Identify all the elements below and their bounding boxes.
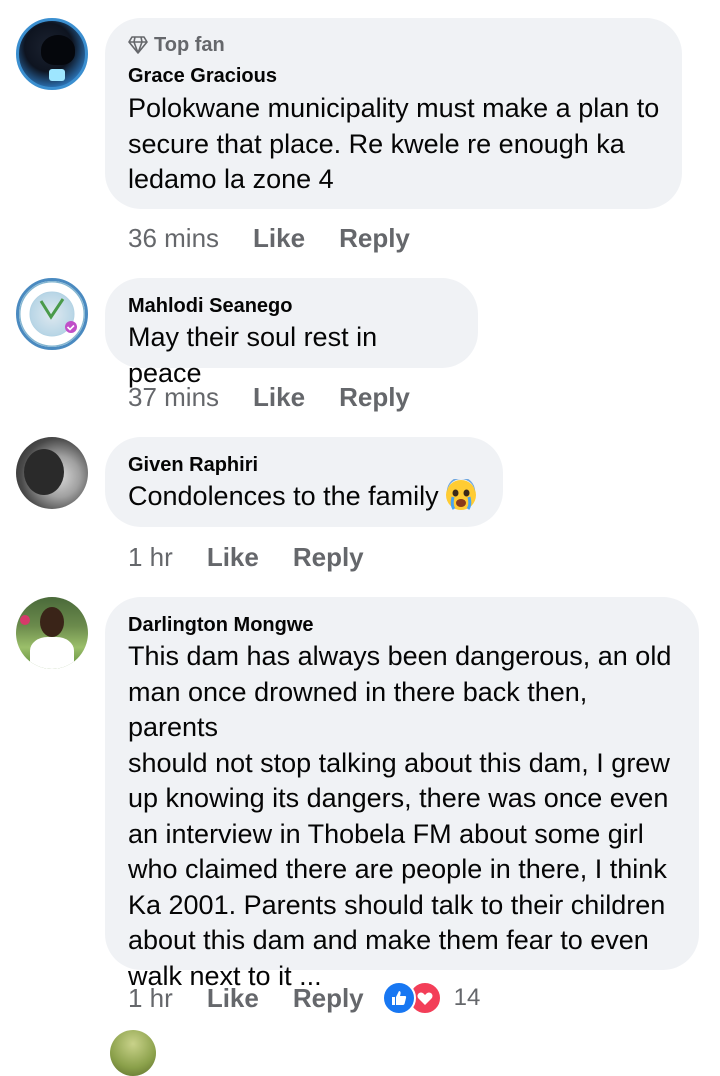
next-comment-avatar[interactable] xyxy=(110,1030,156,1076)
comment-text-line: secure that place. Re kwele re enough ka xyxy=(128,128,625,159)
comment-timestamp[interactable]: 37 mins xyxy=(128,382,219,413)
avatar-body xyxy=(30,637,74,669)
comment-author[interactable]: Grace Gracious xyxy=(128,64,660,88)
comment-bubble: Mahlodi Seanego May their soul rest in p… xyxy=(105,278,478,388)
comment-author[interactable]: Mahlodi Seanego xyxy=(128,294,456,318)
vaccine-frame xyxy=(20,282,84,346)
comment-text-line: about this dam and make them fear to eve… xyxy=(128,925,649,955)
avatar[interactable] xyxy=(16,597,88,669)
comment-timestamp[interactable]: 1 hr xyxy=(128,983,173,1014)
like-button[interactable]: Like xyxy=(253,382,305,413)
comment-bubble: Darlington Mongwe This dam has always be… xyxy=(105,597,699,991)
comment-text-line: man once drowned in there back then, par… xyxy=(128,676,588,743)
comment-text-line: Polokwane municipality must make a plan … xyxy=(128,93,660,123)
avatar[interactable] xyxy=(16,278,88,350)
avatar-badge xyxy=(49,69,65,81)
reaction-summary[interactable]: 14 xyxy=(381,981,481,1015)
top-fan-badge: Top fan xyxy=(128,34,660,56)
comment-actions: 1 hr Like Reply 14 xyxy=(128,978,480,1018)
avatar[interactable] xyxy=(16,437,88,509)
avatar-head xyxy=(40,607,64,637)
comment-actions: 37 mins Like Reply xyxy=(128,377,444,417)
comment-timestamp[interactable]: 36 mins xyxy=(128,223,219,254)
comment-text: Polokwane municipality must make a plan … xyxy=(128,91,660,198)
top-fan-label: Top fan xyxy=(154,34,225,56)
crying-face-emoji xyxy=(445,479,476,510)
comment-text: This dam has always been dangerous, an o… xyxy=(128,639,677,994)
avatar-face xyxy=(24,449,64,495)
comment-actions: 36 mins Like Reply xyxy=(128,218,444,258)
comment-text-line: up knowing its dangers, there was once e… xyxy=(128,783,669,813)
like-icon xyxy=(381,981,416,1015)
comment-text-line: should not stop talking about this dam, … xyxy=(128,747,670,778)
comment-text-line: Condolences to the family xyxy=(128,481,439,511)
comment-actions: 1 hr Like Reply xyxy=(128,537,398,577)
comment-text: Condolences to the family xyxy=(128,479,481,515)
comment-bubble: Given Raphiri Condolences to the family xyxy=(105,437,503,527)
comment-bubble: Top fan Grace Gracious Polokwane municip… xyxy=(105,18,682,209)
comment-text-line: ledamo la zone 4 xyxy=(128,164,334,194)
avatar-figure xyxy=(41,35,75,65)
comment-author[interactable]: Darlington Mongwe xyxy=(128,613,677,637)
comment-author[interactable]: Given Raphiri xyxy=(128,453,481,477)
comment-text-line: This dam has always been dangerous, an o… xyxy=(128,641,672,671)
like-button[interactable]: Like xyxy=(207,542,259,573)
reply-button[interactable]: Reply xyxy=(339,223,410,254)
comment-text-line: who claimed there are people in there, I… xyxy=(128,854,667,884)
reaction-count: 14 xyxy=(453,984,481,1011)
comment-text-line: an interview in Thobela FM about some gi… xyxy=(128,818,644,849)
reply-button[interactable]: Reply xyxy=(293,983,364,1014)
reply-button[interactable]: Reply xyxy=(293,542,364,573)
avatar-flowers xyxy=(20,615,30,625)
diamond-icon xyxy=(128,36,148,54)
comment-timestamp[interactable]: 1 hr xyxy=(128,542,173,573)
reply-button[interactable]: Reply xyxy=(339,382,410,413)
like-button[interactable]: Like xyxy=(207,983,259,1014)
comment-text-line: Ka 2001. Parents should talk to their ch… xyxy=(128,889,666,920)
avatar[interactable] xyxy=(16,18,88,90)
like-button[interactable]: Like xyxy=(253,223,305,254)
